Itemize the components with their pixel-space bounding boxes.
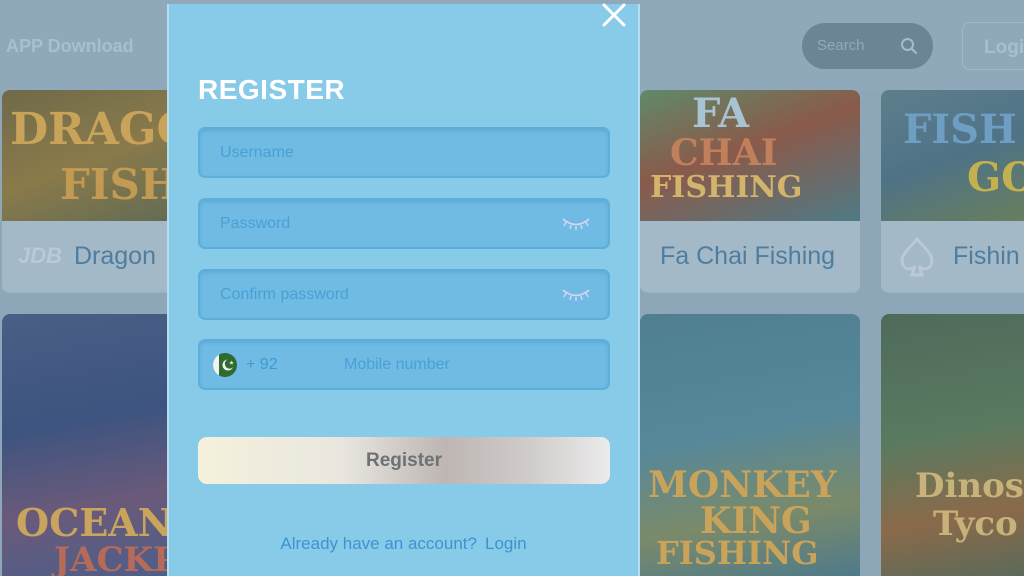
mobile-number-input[interactable] [344,341,594,388]
spade-icon [900,236,934,277]
confirm-password-field[interactable] [198,269,610,320]
thumb-logo-text: FISH [60,160,180,209]
thumb-logo-text: FISHING [656,534,819,572]
game-thumbnail: Dinos Tyco [881,314,1024,576]
register-button[interactable]: Register [198,437,610,484]
login-link[interactable]: Login [485,534,527,553]
thumb-logo-text: CHAI [670,132,778,174]
username-field[interactable] [198,127,610,178]
modal-title: REGISTER [198,74,346,105]
game-thumbnail: FISH GO [881,90,1024,221]
game-card-fa-chai-fishing[interactable]: FA CHAI FISHING Fa Chai Fishing [640,90,860,293]
header-login-label: Logi [984,37,1024,58]
mobile-number-field[interactable]: + 92 [198,339,610,390]
thumb-logo-text: FISH [903,106,1017,153]
search-icon [901,38,918,55]
game-card-dinosaur-tycoon[interactable]: Dinos Tyco [881,314,1024,576]
game-title: Dragon [74,242,156,270]
eye-closed-icon[interactable] [560,214,592,232]
thumb-logo-text: FISHING [650,170,803,205]
username-input[interactable] [220,129,550,176]
game-caption: Fa Chai Fishing [640,221,860,291]
password-field[interactable] [198,198,610,249]
login-prompt: Already have an account? Login [169,534,638,554]
provider-logo: JDB [18,243,63,268]
thumb-logo-text: Dinos [915,466,1024,506]
login-prompt-text: Already have an account? [280,534,477,553]
pakistan-flag-icon[interactable] [213,353,237,377]
thumb-logo-text: GO [967,154,1024,201]
game-title: Fishin [953,242,1020,270]
app-download-link[interactable]: APP Download [6,36,134,57]
eye-closed-icon[interactable] [560,285,592,303]
game-card-fishing-go[interactable]: FISH GO Fishin [881,90,1024,293]
close-icon[interactable] [599,0,629,30]
password-input[interactable] [220,200,550,247]
game-thumbnail: MONKEY KING FISHING [640,314,860,576]
game-caption: Fishin [881,221,1024,291]
thumb-logo-text: JACKP [54,540,179,576]
country-code[interactable]: + 92 [246,356,278,374]
thumb-logo-text: Tyco [933,504,1018,544]
game-card-monkey-king-fishing[interactable]: MONKEY KING FISHING [640,314,860,576]
register-modal: REGISTER Username + 92 Mobile number Reg… [167,3,640,576]
confirm-password-input[interactable] [220,271,550,318]
thumb-logo-text: FA [692,90,750,137]
search-placeholder: Search [817,37,865,54]
game-title: Fa Chai Fishing [660,242,836,270]
search-box[interactable]: Search [802,23,933,69]
game-thumbnail: FA CHAI FISHING [640,90,860,221]
header-login-button[interactable]: Logi [962,22,1024,70]
